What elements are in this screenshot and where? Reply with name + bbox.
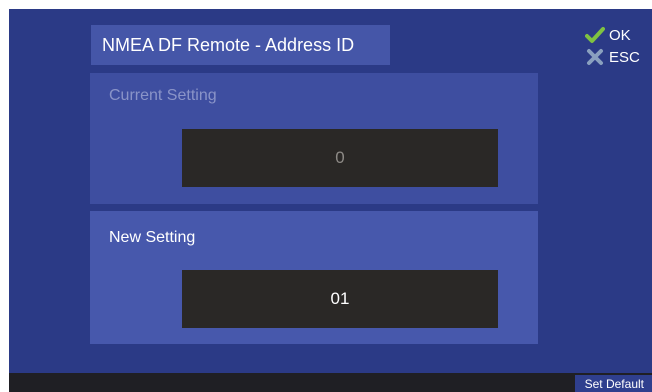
page-title-text: NMEA DF Remote - Address ID (102, 34, 355, 55)
new-setting-label: New Setting (109, 229, 196, 246)
current-setting-value-text: 0 (335, 148, 345, 167)
set-default-button[interactable]: Set Default (574, 375, 652, 392)
new-setting-value-text: 01 (330, 289, 350, 308)
screen: NMEA DF Remote - Address ID OK ESC Curre… (9, 9, 652, 392)
new-setting-panel: New Setting 01 (90, 211, 538, 344)
current-setting-label: Current Setting (109, 87, 217, 104)
close-icon (585, 48, 605, 66)
bottom-bar: Set Default (9, 373, 652, 392)
esc-label: ESC (609, 48, 640, 66)
current-setting-value: 0 (182, 129, 498, 187)
new-setting-input[interactable]: 01 (182, 270, 498, 328)
action-buttons: OK ESC (585, 24, 640, 68)
check-icon (585, 26, 605, 44)
ok-label: OK (609, 26, 631, 44)
ok-button[interactable]: OK (585, 24, 640, 46)
page-title: NMEA DF Remote - Address ID (91, 25, 390, 65)
esc-button[interactable]: ESC (585, 46, 640, 68)
current-setting-panel: Current Setting 0 (90, 73, 538, 204)
